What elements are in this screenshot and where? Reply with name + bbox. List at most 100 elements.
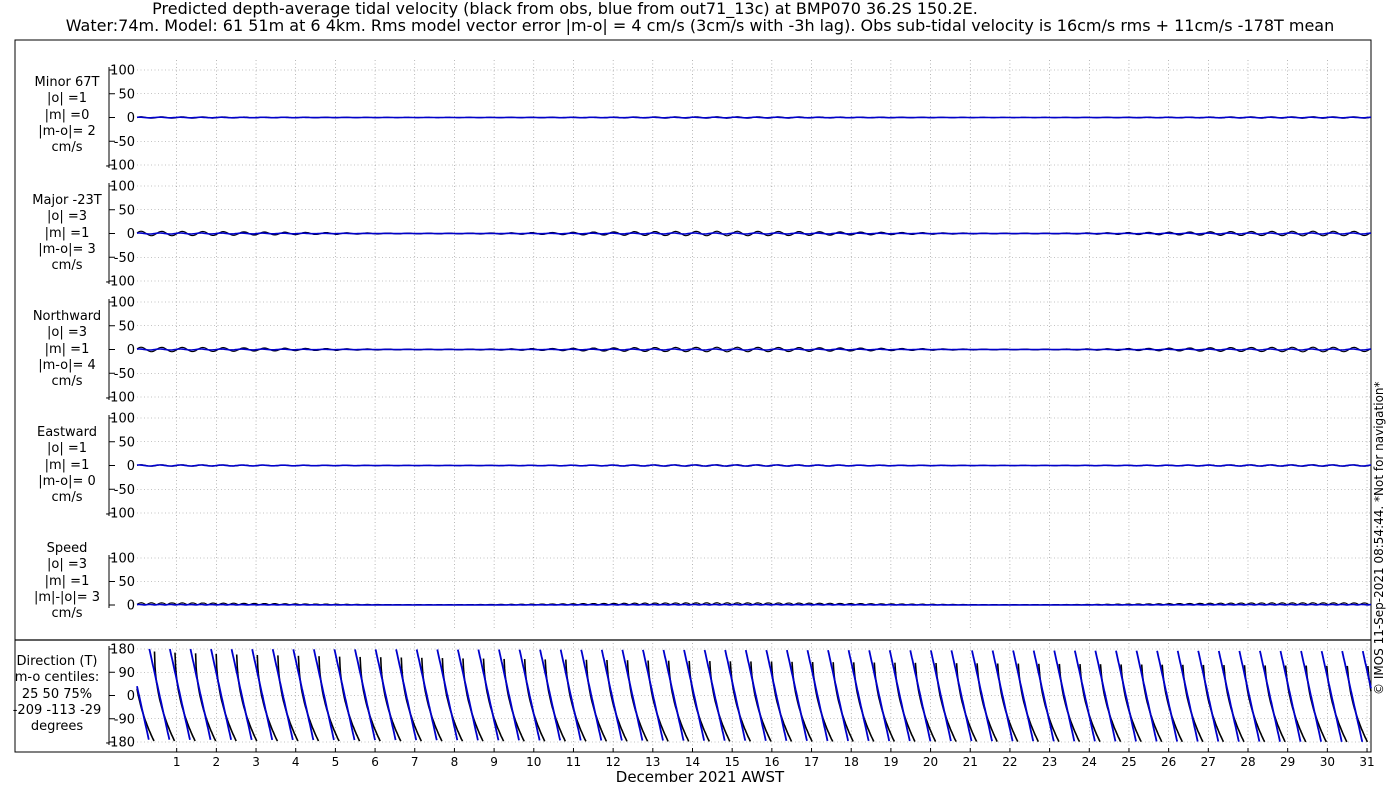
x-tick-label: 16 (764, 755, 779, 769)
x-tick-label: 18 (844, 755, 859, 769)
outer-frame (14, 39, 1372, 753)
y-tick-label: 180 (110, 643, 135, 658)
panel-label-line: Eastward (36, 425, 98, 440)
panel-label-4: Speed |o| =3 |m| =1 |m|-|o|= 3 cm/s (15, 541, 119, 622)
obs-direction-line (136, 651, 1372, 743)
x-tick-label: 24 (1082, 755, 1097, 769)
y-tick-label: 0 (127, 459, 135, 474)
subplot-0: 100500-50-100 (105, 64, 1372, 174)
subplot-4: 100500 (108, 552, 1372, 614)
x-tick-label: 10 (526, 755, 541, 769)
panel-label-line: |m-o|= 2 (38, 123, 96, 139)
y-tick-label: 0 (127, 599, 135, 614)
panel-label-line: Northward (32, 309, 102, 324)
panel-label-line: Minor 67T (34, 75, 100, 90)
y-tick-label: 90 (118, 666, 135, 681)
panel-label-line: degrees (30, 719, 84, 735)
x-tick-label: 15 (725, 755, 740, 769)
x-tick-label: 8 (451, 755, 459, 769)
model-series-line (136, 116, 1371, 119)
x-tick-label: 23 (1042, 755, 1057, 769)
x-tick-label: 11 (566, 755, 581, 769)
panel-label-line: cm/s (51, 140, 83, 156)
panel-label-2: Northward |o| =3 |m| =1 |m-o|= 4 cm/s (15, 309, 119, 390)
x-axis: 1 2 3 4 5 6 7 8 9 10 11 12 13 14 15 16 17 18 19 20 21 22 23 24 2… (173, 748, 1375, 769)
x-tick-label: 1 (173, 755, 181, 769)
y-tick-label: 0 (127, 343, 135, 358)
y-tick-label: -100 (105, 275, 135, 290)
y-tick-label: 50 (118, 435, 135, 450)
x-tick-label: 4 (292, 755, 300, 769)
panel-label-line: |m| =1 (44, 225, 90, 241)
x-tick-label: 31 (1359, 755, 1374, 769)
panel-label-line: |m| =1 (44, 573, 90, 589)
x-tick-label: 29 (1280, 755, 1295, 769)
model-series-line (136, 603, 1372, 606)
panel-label-3: Eastward |o| =1 |m| =1 |m-o|= 0 cm/s (15, 425, 119, 506)
panel-label-line: -209 -113 -29 (12, 702, 102, 718)
y-tick-label: -100 (105, 391, 135, 406)
x-axis-label: December 2021 AWST (615, 768, 785, 786)
panel-label-line: cm/s (51, 490, 83, 506)
panel-label-line: m-o centiles: (14, 670, 100, 686)
x-tick-label: 12 (606, 755, 621, 769)
y-tick-label: 0 (127, 111, 135, 126)
panel-label-5: Direction (T) m-o centiles: 25 50 75% -209 … (5, 654, 109, 735)
x-tick-label: 26 (1161, 755, 1176, 769)
panel-label-line: |m-o|= 4 (38, 357, 96, 373)
panel-label-line: cm/s (51, 606, 83, 622)
y-tick-label: 0 (127, 227, 135, 242)
model-series-line (136, 232, 1372, 235)
x-tick-label: 17 (804, 755, 819, 769)
copyright-notice: © IMOS 11-Sep-2021 08:54:44. *Not for na… (1372, 381, 1392, 715)
panel-label-line: |o| =3 (46, 325, 87, 341)
panel-label-line: |m| =1 (44, 341, 90, 357)
panel-label-1: Major -23T |o| =3 |m| =1 |m-o|= 3 cm/s (15, 193, 119, 274)
panel-label-line: cm/s (51, 258, 83, 274)
subplot-2: 100500-50-100 (105, 296, 1372, 406)
x-tick-label: 19 (883, 755, 898, 769)
x-tick-label: 13 (645, 755, 660, 769)
y-tick-label: 50 (118, 87, 135, 102)
x-tick-label: 3 (252, 755, 260, 769)
panel-label-line: |m|-|o|= 3 (33, 589, 101, 605)
panel-label-line: |m-o|= 0 (38, 473, 96, 489)
y-tick-label: 50 (118, 575, 135, 590)
panel-label-line: |m-o|= 3 (38, 241, 96, 257)
x-tick-label: 2 (213, 755, 221, 769)
y-tick-label: 50 (118, 319, 135, 334)
y-tick-label: 0 (127, 689, 135, 704)
x-tick-label: 14 (685, 755, 700, 769)
x-tick-label: 9 (490, 755, 498, 769)
subplot-3: 100500-50-100 (105, 412, 1372, 522)
panel-label-line: cm/s (51, 374, 83, 390)
copyright-text: © IMOS 11-Sep-2021 08:54:44. *Not for na… (1372, 381, 1386, 695)
x-tick-label: 7 (411, 755, 419, 769)
subplot-1: 100500-50-100 (105, 180, 1372, 290)
panel-label-line: |o| =1 (46, 91, 87, 107)
x-tick-label: 25 (1121, 755, 1136, 769)
y-tick-label: 50 (118, 203, 135, 218)
y-tick-label: -180 (105, 736, 135, 751)
panel-label-line: |o| =3 (46, 557, 87, 573)
grid-group (176, 60, 1368, 752)
panel-label-0: Minor 67T |o| =1 |m| =0 |m-o|= 2 cm/s (15, 75, 119, 156)
panel-label-line: Speed (46, 541, 88, 556)
panel-label-line: |o| =3 (46, 209, 87, 225)
panel-label-line: Major -23T (32, 193, 102, 208)
x-tick-label: 20 (923, 755, 938, 769)
y-tick-label: -90 (114, 712, 135, 727)
panel-label-line: |m| =1 (44, 457, 90, 473)
y-tick-label: -100 (105, 507, 135, 522)
model-series-line (136, 348, 1372, 351)
panel-label-line: |m| =0 (44, 107, 90, 123)
x-tick-label: 27 (1201, 755, 1216, 769)
x-tick-label: 30 (1320, 755, 1335, 769)
chart-plot-area: 100500-50-100100500-50-100100500-50-1001… (14, 39, 1375, 769)
x-tick-label: 28 (1240, 755, 1255, 769)
y-tick-label: -100 (105, 159, 135, 174)
x-tick-label: 21 (963, 755, 978, 769)
x-tick-label: 5 (332, 755, 340, 769)
x-tick-label: 6 (371, 755, 379, 769)
panel-label-line: Direction (T) (16, 654, 98, 669)
